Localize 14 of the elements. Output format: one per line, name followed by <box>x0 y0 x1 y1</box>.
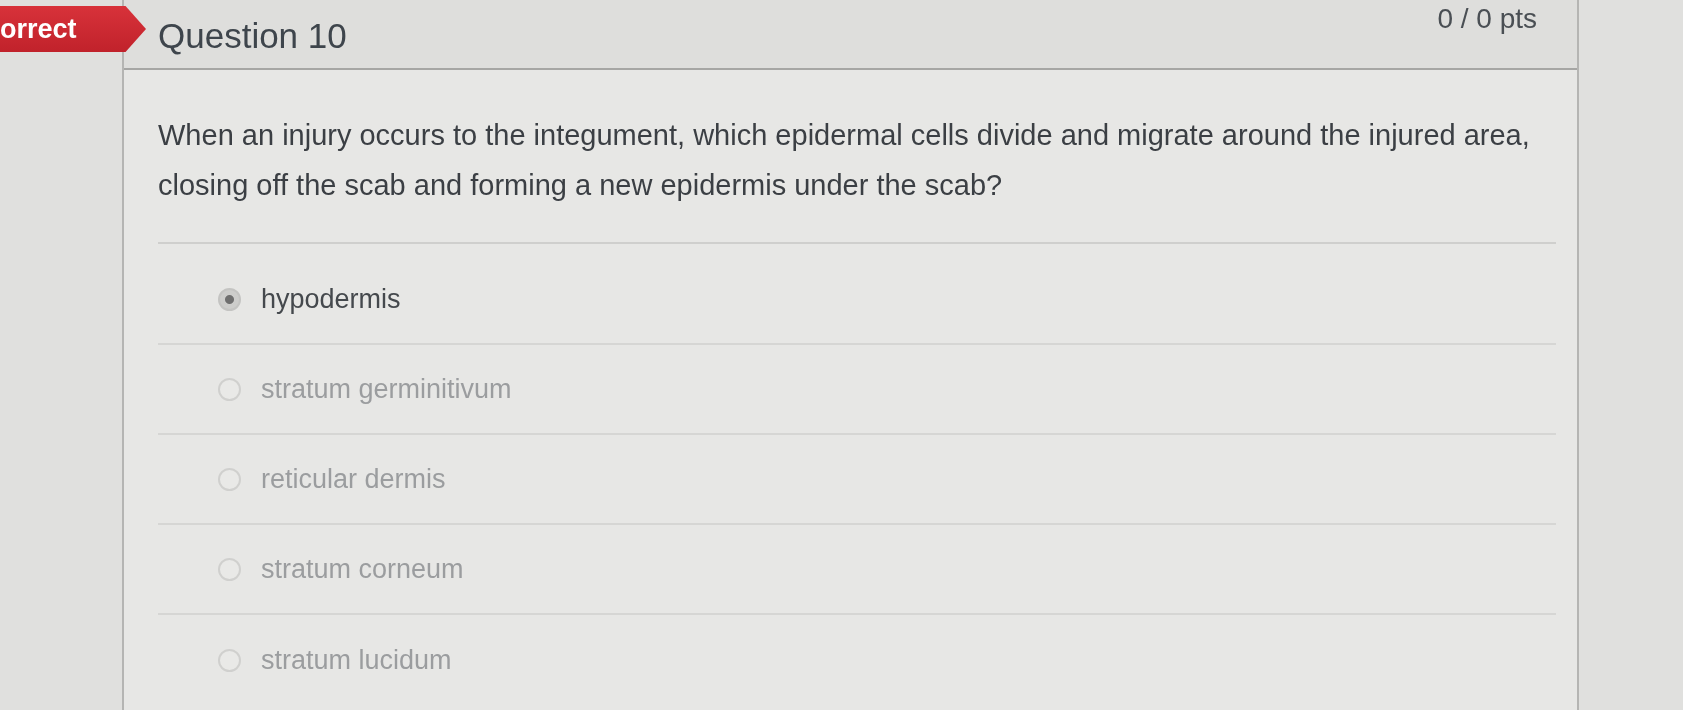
question-title: Question 10 <box>158 16 347 56</box>
radio-button[interactable] <box>218 467 241 491</box>
answer-label: stratum germinitivum <box>261 373 512 405</box>
result-badge: orrect <box>0 6 146 52</box>
answer-label: hypodermis <box>261 283 401 315</box>
points-label: 0 / 0 pts <box>1437 3 1537 35</box>
answer-label: stratum corneum <box>261 553 464 585</box>
radio-button[interactable] <box>218 648 241 672</box>
question-text: When an injury occurs to the integument, which epidermal cells divide and migrate around the injured area, closing off the scab and forming a new epidermis under the scab? <box>158 118 1531 203</box>
radio-button[interactable] <box>218 557 241 581</box>
radio-button[interactable] <box>218 287 241 311</box>
answer-label: reticular dermis <box>261 463 446 495</box>
radio-button[interactable] <box>218 377 241 401</box>
answer-label: stratum lucidum <box>261 644 452 676</box>
